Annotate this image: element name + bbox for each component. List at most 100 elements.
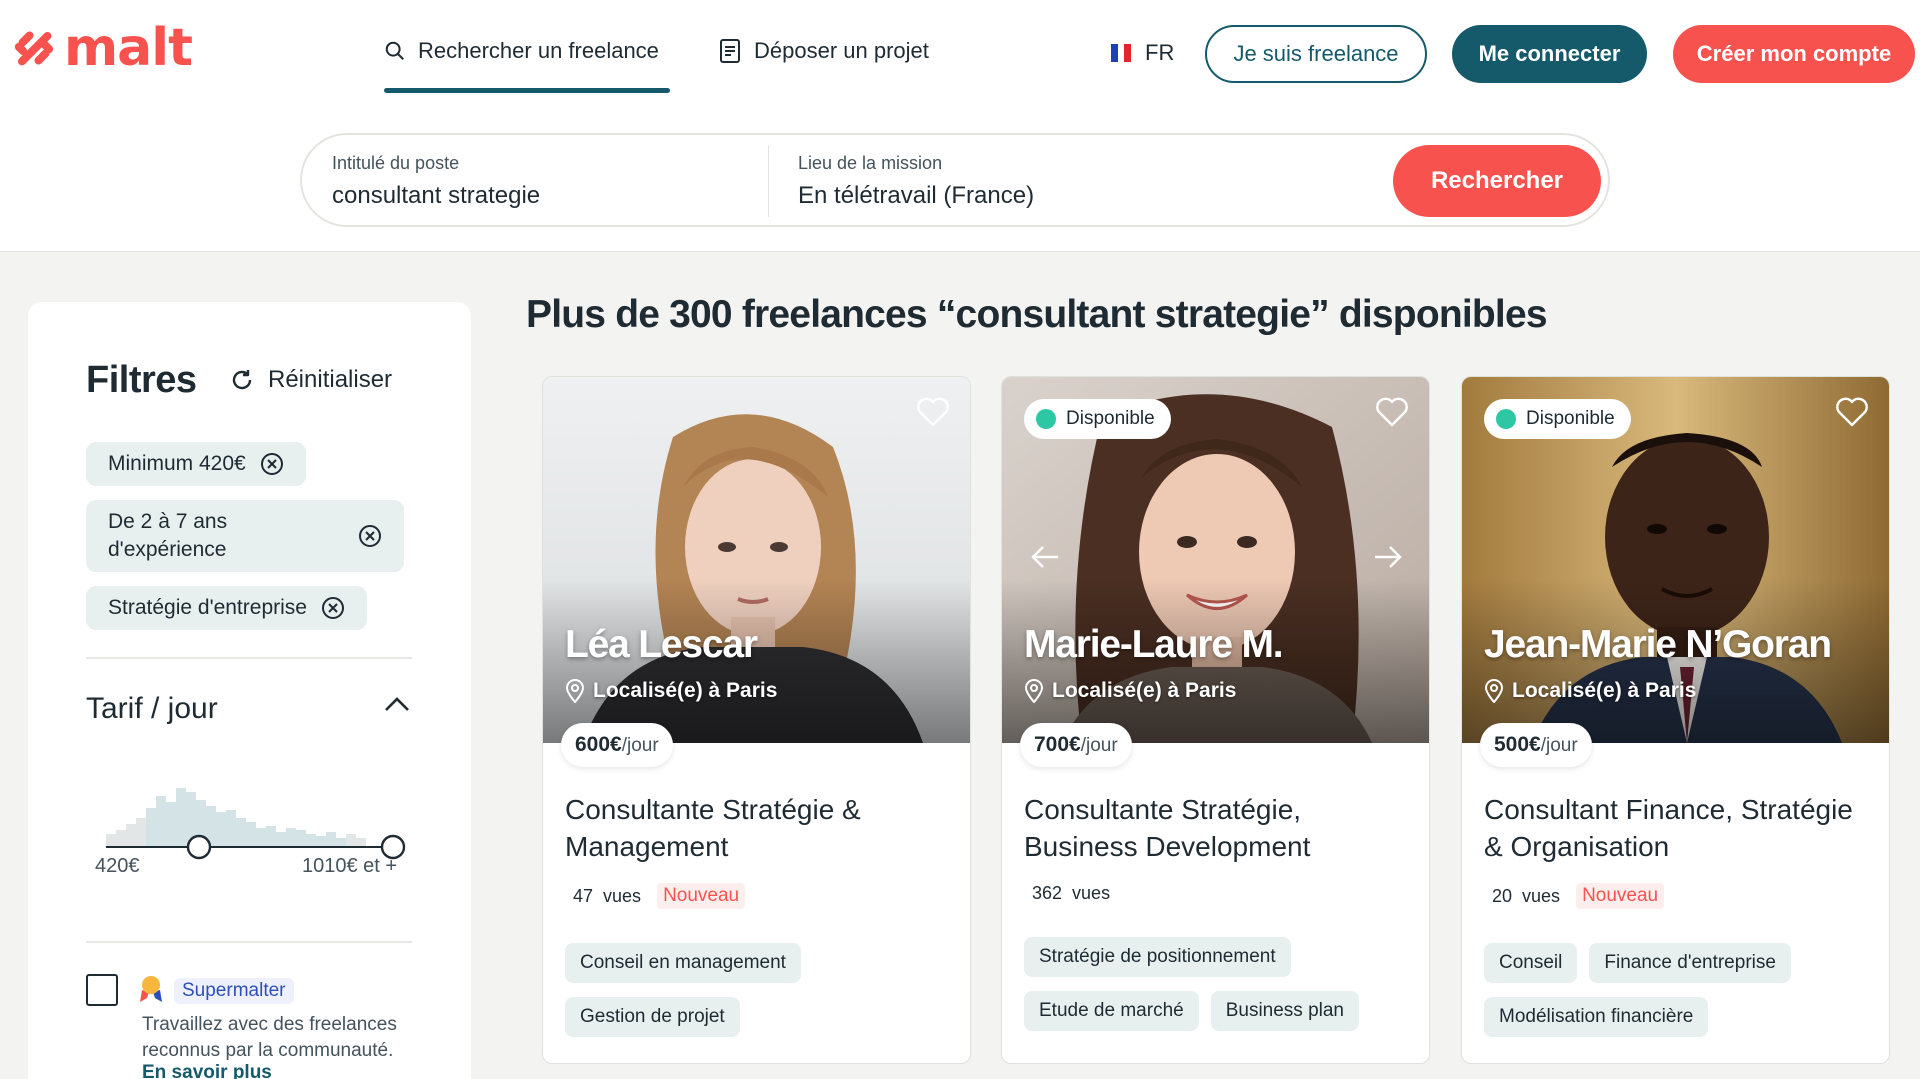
daily-rate-badge: 500€ /jour (1480, 723, 1592, 767)
skill-tag[interactable]: Etude de marché (1024, 991, 1199, 1031)
freelancer-name: Marie-Laure M. (1024, 623, 1284, 666)
freelancer-title[interactable]: Consultante Stratégie, Business Developm… (1024, 791, 1414, 865)
nav-post-project[interactable]: Déposer un projet (718, 38, 929, 64)
filter-chip-experience[interactable]: De 2 à 7 ans d'expérience (86, 500, 404, 572)
malt-logo[interactable]: malt (10, 22, 193, 74)
rate-histogram (106, 788, 406, 860)
skill-tag[interactable]: Modélisation financière (1484, 997, 1709, 1037)
range-min-handle[interactable] (186, 834, 212, 860)
range-max-label: 1010€ et + (302, 855, 398, 877)
location-label: Localisé(e) à Paris (1052, 679, 1237, 702)
i-am-freelance-button[interactable]: Je suis freelance (1205, 25, 1427, 83)
freelancer-card[interactable]: Disponible Jean-Marie N’Goran Localisé(e… (1461, 376, 1890, 1064)
login-button[interactable]: Me connecter (1452, 25, 1647, 83)
divider (86, 941, 412, 943)
availability-badge: Disponible (1024, 399, 1171, 439)
rate-amount: 700€ (1034, 733, 1081, 756)
range-min-label: 420€ (95, 855, 140, 877)
nav-post-label: Déposer un projet (754, 38, 929, 63)
rate-unit: /jour (1540, 735, 1578, 756)
filter-chip-strategy[interactable]: Stratégie d'entreprise (86, 586, 367, 630)
skill-tags: Conseil Finance d'entreprise Modélisatio… (1484, 943, 1879, 1037)
signup-button[interactable]: Créer mon compte (1673, 25, 1915, 83)
filter-chip-min-rate[interactable]: Minimum 420€ (86, 442, 306, 486)
new-badge: Nouveau (1576, 883, 1665, 909)
nav-search-freelance[interactable]: Rechercher un freelance (384, 38, 659, 64)
skill-tag[interactable]: Conseil (1484, 943, 1578, 983)
reset-label: Réinitialiser (268, 366, 393, 393)
freelancer-location: Localisé(e) à Paris (565, 679, 777, 703)
search-icon (385, 41, 404, 60)
remove-circle-icon[interactable] (260, 452, 284, 476)
availability-badge: Disponible (1484, 399, 1631, 439)
rate-amount: 600€ (575, 733, 622, 756)
filters-sidebar: Filtres Réinitialiser Minimum 420€ De 2 … (28, 302, 471, 1079)
rate-unit: /jour (621, 735, 659, 756)
reset-filters-button[interactable]: Réinitialiser (230, 366, 392, 394)
skill-tag[interactable]: Finance d'entreprise (1589, 943, 1791, 983)
views-row: 47 vues Nouveau (573, 883, 746, 909)
rate-section-title: Tarif / jour (86, 692, 218, 725)
top-header: malt Rechercher un freelance Déposer un … (0, 0, 1920, 252)
france-flag-icon (1111, 44, 1132, 62)
location-label: Localisé(e) à Paris (1512, 679, 1697, 702)
freelancer-title[interactable]: Consultant Finance, Stratégie & Organisa… (1484, 791, 1874, 865)
availability-label: Disponible (1526, 408, 1615, 429)
available-dot-icon (1036, 409, 1056, 429)
chevron-up-icon[interactable] (384, 696, 410, 712)
favorite-heart-icon[interactable] (916, 397, 950, 427)
search-bar: Intitulé du poste consultant strategie L… (300, 133, 1610, 227)
views-row: 362 vues (1032, 883, 1110, 904)
chip-label: Stratégie d'entreprise (108, 596, 307, 619)
new-badge: Nouveau (657, 883, 746, 909)
skill-tag[interactable]: Conseil en management (565, 943, 801, 983)
favorite-heart-icon[interactable] (1835, 397, 1869, 427)
arrow-right-icon[interactable] (1373, 545, 1403, 569)
learn-more-link[interactable]: En savoir plus (142, 1062, 272, 1079)
profile-photo: Léa Lescar Localisé(e) à Paris (543, 377, 970, 743)
location-pin-icon (1484, 679, 1504, 703)
skill-tag[interactable]: Stratégie de positionnement (1024, 937, 1291, 977)
divider (86, 657, 412, 659)
freelancer-name: Léa Lescar (565, 623, 758, 666)
refresh-icon (232, 370, 252, 390)
job-title-label: Intitulé du poste (332, 153, 460, 173)
supermalter-ribbon-icon (140, 976, 162, 1002)
language-selector[interactable]: FR (1111, 40, 1174, 66)
views-label: vues (1072, 883, 1111, 903)
freelancer-card[interactable]: Léa Lescar Localisé(e) à Paris 600€ /jou… (542, 376, 971, 1064)
job-title-field[interactable]: Intitulé du poste consultant strategie (332, 153, 540, 210)
views-count: 362 (1032, 883, 1063, 903)
supermalter-checkbox[interactable] (86, 974, 118, 1006)
location-field[interactable]: Lieu de la mission En télétravail (Franc… (798, 153, 1034, 210)
freelancer-card[interactable]: Disponible Marie-Laure M. Localisé(e) à … (1001, 376, 1430, 1064)
favorite-heart-icon[interactable] (1375, 397, 1409, 427)
skill-tag[interactable]: Business plan (1210, 991, 1359, 1031)
nav-search-label: Rechercher un freelance (418, 38, 659, 63)
location-input[interactable]: En télétravail (France) (798, 182, 1034, 210)
daily-rate-badge: 700€ /jour (1020, 723, 1132, 767)
supermalter-label: Supermalter (174, 978, 294, 1004)
job-title-input[interactable]: consultant strategie (332, 182, 540, 210)
remove-circle-icon[interactable] (321, 596, 345, 620)
freelancer-location: Localisé(e) à Paris (1484, 679, 1696, 703)
freelancer-name: Jean-Marie N’Goran (1484, 623, 1832, 666)
remove-circle-icon[interactable] (358, 524, 382, 548)
results-title: Plus de 300 freelances “consultant strat… (526, 293, 1548, 336)
location-pin-icon (565, 679, 585, 703)
freelancer-title[interactable]: Consultante Stratégie & Management (565, 791, 955, 865)
chip-label: De 2 à 7 ans d'expérience (108, 510, 228, 561)
views-label: vues (1522, 885, 1561, 906)
daily-rate-badge: 600€ /jour (561, 723, 673, 767)
available-dot-icon (1496, 409, 1516, 429)
skill-tag[interactable]: Gestion de projet (565, 997, 740, 1037)
skill-tags: Conseil en management Gestion de projet (565, 943, 960, 1037)
skill-tags: Stratégie de positionnement Etude de mar… (1024, 937, 1419, 1031)
availability-label: Disponible (1066, 408, 1155, 429)
supermalter-description: Travaillez avec des freelances reconnus … (142, 1014, 397, 1061)
document-icon (720, 39, 740, 63)
search-button[interactable]: Rechercher (1393, 145, 1601, 217)
arrow-left-icon[interactable] (1030, 545, 1060, 569)
chip-label: Minimum 420€ (108, 452, 246, 475)
search-divider (768, 145, 769, 217)
